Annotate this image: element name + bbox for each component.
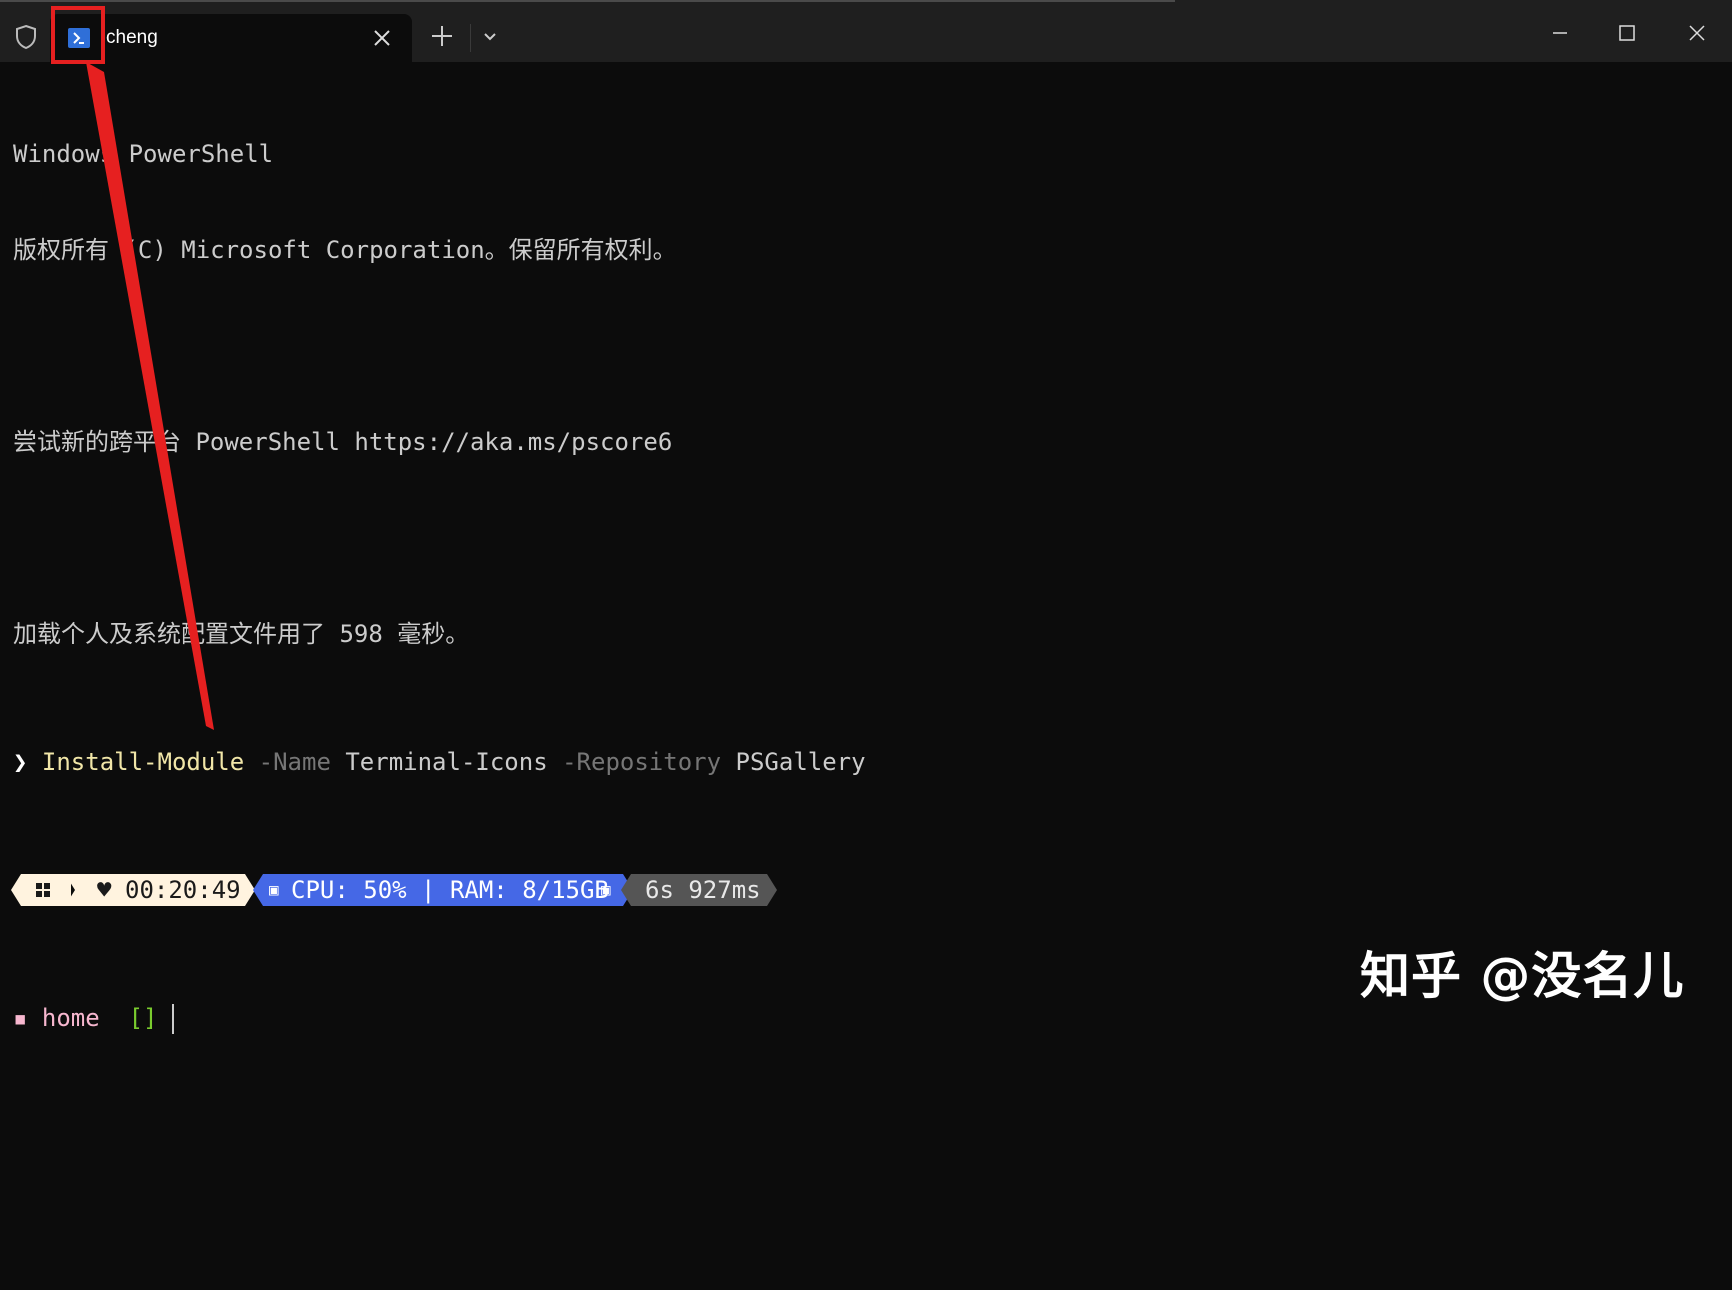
watermark: 知乎 @没名儿 (1360, 947, 1685, 1005)
annotation-arrow (86, 62, 214, 730)
